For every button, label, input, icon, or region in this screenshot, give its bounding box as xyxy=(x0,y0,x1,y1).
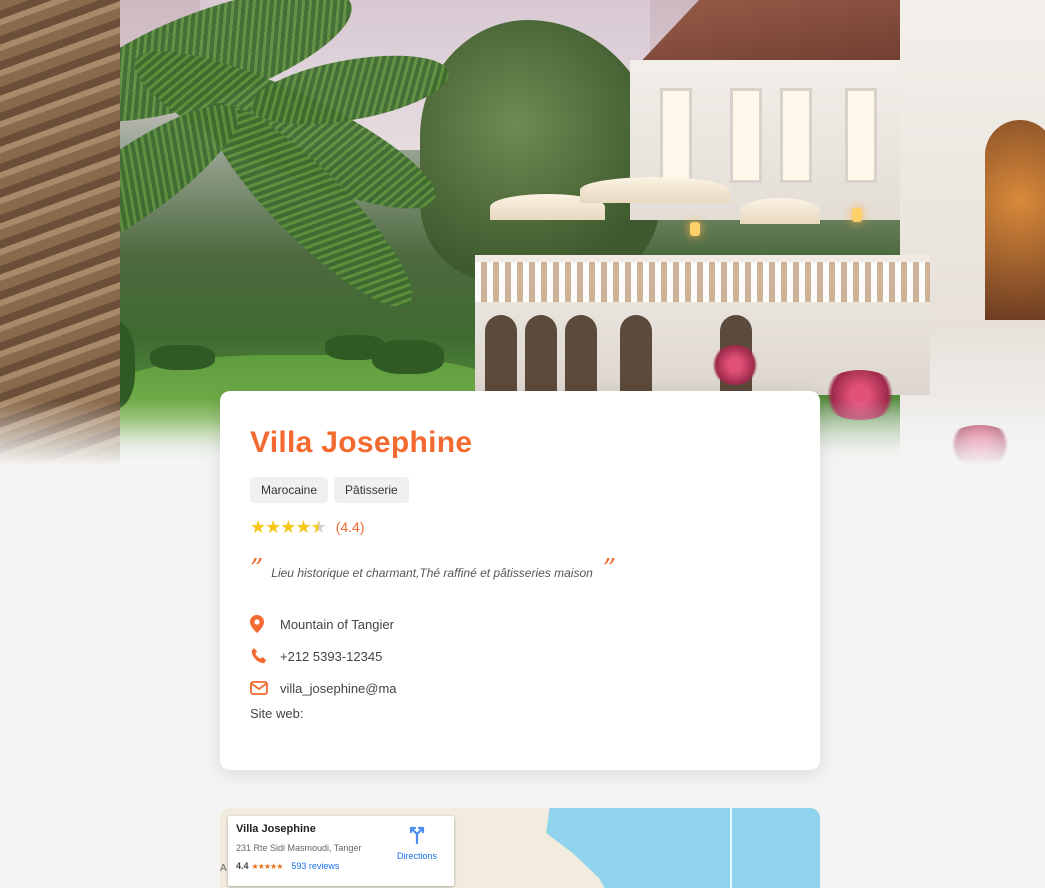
star-icon: ★ xyxy=(265,517,281,537)
tag-patisserie[interactable]: Pâtisserie xyxy=(334,477,409,503)
restaurant-card: Villa Josephine Marocaine Pâtisserie ★★★… xyxy=(220,391,820,770)
website-label: Site web: xyxy=(250,706,304,721)
rating: ★★★★★ (4.4) xyxy=(250,518,790,536)
map-embed[interactable]: A Villa Josephine 231 Rte Sidi Masmoudi,… xyxy=(220,808,820,888)
address-text: Mountain of Tangier xyxy=(280,616,394,632)
email-row: villa_josephine@ma xyxy=(250,672,790,704)
address-row: Mountain of Tangier xyxy=(250,608,790,640)
map-place-card: Villa Josephine 231 Rte Sidi Masmoudi, T… xyxy=(228,816,454,886)
map-rating-stars-icon: ★★★★★ xyxy=(251,861,284,871)
map-pin-icon xyxy=(250,615,274,633)
tag-marocaine[interactable]: Marocaine xyxy=(250,477,329,503)
map-rating-value: 4.4 xyxy=(236,861,249,871)
open-quote-icon: ” xyxy=(250,554,264,584)
map-edge-label: A xyxy=(220,863,227,874)
star-icon: ★ xyxy=(280,517,296,537)
rating-value: (4.4) xyxy=(335,519,365,535)
description-text: Lieu historique et charmant,Thé raffiné … xyxy=(271,566,593,580)
directions-label: Directions xyxy=(396,851,437,861)
category-tags: Marocaine Pâtisserie xyxy=(250,477,790,503)
directions-button[interactable]: Directions xyxy=(392,826,442,861)
contact-info: Mountain of Tangier +212 5393-12345 vill… xyxy=(250,608,790,721)
map-reviews-link[interactable]: 593 reviews xyxy=(291,861,339,871)
half-star-icon: ★ xyxy=(310,517,327,537)
phone-text[interactable]: +212 5393-12345 xyxy=(280,649,382,664)
star-icon: ★ xyxy=(250,517,266,537)
star-icon: ★ xyxy=(295,517,311,537)
envelope-icon xyxy=(250,681,274,695)
map-place-rating: 4.4 ★★★★★ 593 reviews xyxy=(236,861,446,871)
phone-row: +212 5393-12345 xyxy=(250,640,790,672)
close-quote-icon: ” xyxy=(602,554,617,584)
restaurant-name: Villa Josephine xyxy=(250,426,473,459)
email-text[interactable]: villa_josephine@ma xyxy=(280,681,397,696)
description-quote: ” Lieu historique et charmant,Thé raffin… xyxy=(250,554,790,584)
directions-icon xyxy=(409,826,425,845)
phone-icon xyxy=(250,647,274,665)
rating-stars: ★★★★★ xyxy=(250,517,327,537)
